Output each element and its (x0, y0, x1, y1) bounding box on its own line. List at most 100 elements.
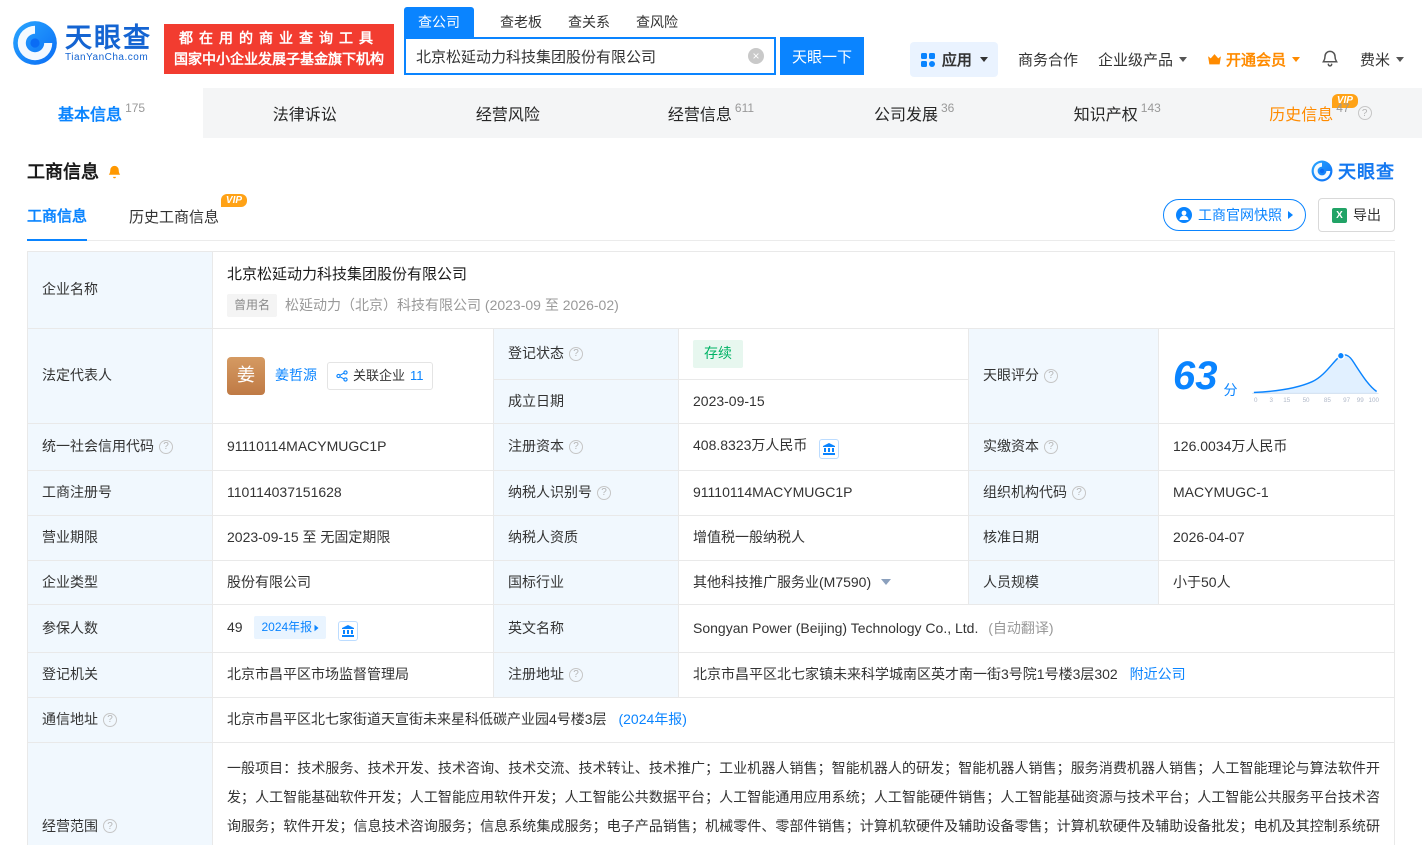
enterprise-product-menu[interactable]: 企业级产品 (1098, 49, 1187, 70)
score-cell[interactable]: 63 分 0 3 15 50 85 97 99 100 (1159, 328, 1395, 423)
business-term-value: 2023-09-15 至 无固定期限 (227, 529, 390, 545)
network-icon (336, 370, 348, 382)
help-icon[interactable] (569, 668, 583, 682)
nav-tab-history-info[interactable]: VIP 历史信息 47 (1219, 88, 1422, 138)
snapshot-button[interactable]: 工商官网快照 (1163, 199, 1306, 231)
industry-expand-icon[interactable] (881, 579, 891, 585)
reg-address-label: 注册地址 (508, 664, 564, 686)
user-menu[interactable]: 费米 (1360, 49, 1404, 70)
staff-size-label: 人员规模 (983, 572, 1039, 594)
score-label: 天眼评分 (983, 365, 1039, 387)
snapshot-label: 工商官网快照 (1198, 205, 1282, 225)
insured-compare-icon[interactable] (338, 621, 358, 641)
org-code-label: 组织机构代码 (983, 482, 1067, 504)
credit-code-value: 91110114MACYMUGC1P (227, 438, 387, 454)
biz-cooperation-link[interactable]: 商务合作 (1018, 49, 1078, 70)
company-type-label: 企业类型 (42, 572, 98, 594)
insured-count-label: 参保人数 (42, 618, 98, 640)
apps-grid-icon (920, 52, 936, 68)
reg-authority-label: 登记机关 (42, 664, 98, 686)
annual-report-tag[interactable]: 2024年报 (254, 616, 326, 639)
table-row: 通信地址 北京市昌平区北七家街道天宣街未来星科低碳产业园4号楼3层 (2024年… (28, 697, 1395, 742)
logo-text: 天眼查 TianYanCha.com (65, 24, 152, 63)
business-term-label: 营业期限 (42, 527, 98, 549)
svg-text:97: 97 (1343, 397, 1350, 404)
notification-bell-icon[interactable] (1320, 48, 1340, 72)
crown-icon (1207, 53, 1222, 66)
table-row: 营业期限 2023-09-15 至 无固定期限 纳税人资质 增值税一般纳税人 核… (28, 515, 1395, 560)
insured-count-value: 49 (227, 619, 243, 635)
tianyancha-logo[interactable]: 天眼查 TianYanCha.com (12, 20, 152, 66)
nav-tab-legal-lawsuits[interactable]: 法律诉讼 (203, 88, 406, 138)
help-icon[interactable] (1044, 369, 1058, 383)
slogan-line2: 国家中小企业发展子基金旗下机构 (174, 49, 384, 70)
help-icon[interactable] (103, 713, 117, 727)
help-icon[interactable] (569, 440, 583, 454)
search-tab-relation[interactable]: 查关系 (568, 12, 610, 37)
table-row: 经营范围 一般项目：技术服务、技术开发、技术咨询、技术交流、技术转让、技术推广；… (28, 742, 1395, 845)
nav-tab-intellectual-property[interactable]: 知识产权 143 (1016, 88, 1219, 138)
establish-date-label-cell: 成立日期 (494, 379, 679, 424)
staff-size-value: 小于50人 (1173, 574, 1231, 590)
auto-translate-note: (自动翻译) (988, 620, 1053, 636)
mail-address-label: 通信地址 (42, 709, 98, 731)
search-tab-boss[interactable]: 查老板 (500, 12, 542, 37)
status-badge: 存续 (693, 340, 743, 368)
nearby-companies-link[interactable]: 附近公司 (1130, 666, 1186, 682)
related-companies-chip[interactable]: 关联企业 11 (327, 362, 433, 390)
tab-count: 611 (735, 101, 754, 115)
export-button[interactable]: 导出 (1318, 198, 1395, 232)
org-code-value: MACYMUGC-1 (1173, 484, 1269, 500)
help-icon[interactable] (1072, 486, 1086, 500)
help-icon[interactable] (597, 486, 611, 500)
business-info-table: 企业名称 北京松延动力科技集团股份有限公司 曾用名 松延动力（北京）科技有限公司… (27, 251, 1395, 845)
nav-tab-basic-info[interactable]: 基本信息 175 (0, 88, 203, 138)
industry-value: 其他科技推广服务业(M7590) (693, 574, 871, 590)
search-box[interactable] (404, 37, 776, 75)
reg-address-value: 北京市昌平区北七家镇未来科学城南区英才南一街3号院1号楼3层302 (693, 666, 1118, 682)
logo-title: 天眼查 (65, 24, 152, 52)
tab-count: 47 (1336, 101, 1349, 115)
help-icon[interactable] (1044, 440, 1058, 454)
arrow-right-icon (1288, 211, 1293, 219)
help-icon[interactable] (569, 347, 583, 361)
capital-compare-icon[interactable] (819, 439, 839, 459)
help-icon[interactable] (103, 819, 117, 833)
reg-capital-value: 408.8323万人民币 (693, 437, 807, 453)
apps-menu[interactable]: 应用 (910, 42, 998, 77)
company-section-tabs: 基本信息 175 法律诉讼 经营风险 经营信息 611 公司发展 36 知识产权… (0, 88, 1422, 138)
help-icon[interactable] (1358, 106, 1372, 120)
annual-report-link[interactable]: (2024年报) (618, 711, 686, 727)
subtab-label: 历史工商信息 (129, 209, 219, 226)
clear-icon[interactable] (748, 48, 764, 64)
search-tab-company[interactable]: 查公司 (404, 7, 474, 37)
company-search-input[interactable] (416, 48, 748, 65)
search-button[interactable]: 天眼一下 (780, 37, 864, 75)
legal-rep-avatar[interactable]: 姜 (227, 357, 265, 395)
related-companies-count: 11 (410, 366, 424, 386)
nav-tab-company-development[interactable]: 公司发展 36 (813, 88, 1016, 138)
vip-upgrade-menu[interactable]: 开通会员 (1207, 49, 1300, 70)
top-header: 天眼查 TianYanCha.com 都在用的商业查询工具 国家中小企业发展子基… (0, 0, 1422, 88)
business-scope-label: 经营范围 (42, 816, 98, 838)
nav-tab-operation-risk[interactable]: 经营风险 (406, 88, 609, 138)
help-icon[interactable] (159, 440, 173, 454)
former-name-tag: 曾用名 (227, 294, 277, 317)
legal-rep-link[interactable]: 姜哲源 (275, 365, 317, 387)
establish-date-label: 成立日期 (508, 391, 564, 413)
subtab-business-info[interactable]: 工商信息 (27, 205, 87, 241)
table-row: 参保人数 49 2024年报 英文名称 Songyan Power (Beiji… (28, 605, 1395, 653)
table-row: 企业类型 股份有限公司 国标行业 其他科技推广服务业(M7590) 人员规模 小… (28, 560, 1395, 605)
company-name: 北京松延动力科技集团股份有限公司 (227, 263, 1380, 286)
subtab-history-business-info[interactable]: VIP 历史工商信息 (129, 206, 219, 240)
subscribe-bell-icon[interactable] (106, 163, 123, 180)
export-label: 导出 (1353, 205, 1381, 225)
tab-count: 143 (1141, 101, 1161, 115)
tab-label: 基本信息 (58, 101, 122, 125)
nav-tab-operation-info[interactable]: 经营信息 611 (609, 88, 812, 138)
tab-label: 法律诉讼 (273, 101, 337, 125)
table-row: 工商注册号 110114037151628 纳税人识别号 91110114MAC… (28, 471, 1395, 516)
search-tab-risk[interactable]: 查风险 (636, 12, 678, 37)
annual-report-tag-label: 2024年报 (261, 618, 312, 637)
svg-text:50: 50 (1302, 397, 1309, 404)
